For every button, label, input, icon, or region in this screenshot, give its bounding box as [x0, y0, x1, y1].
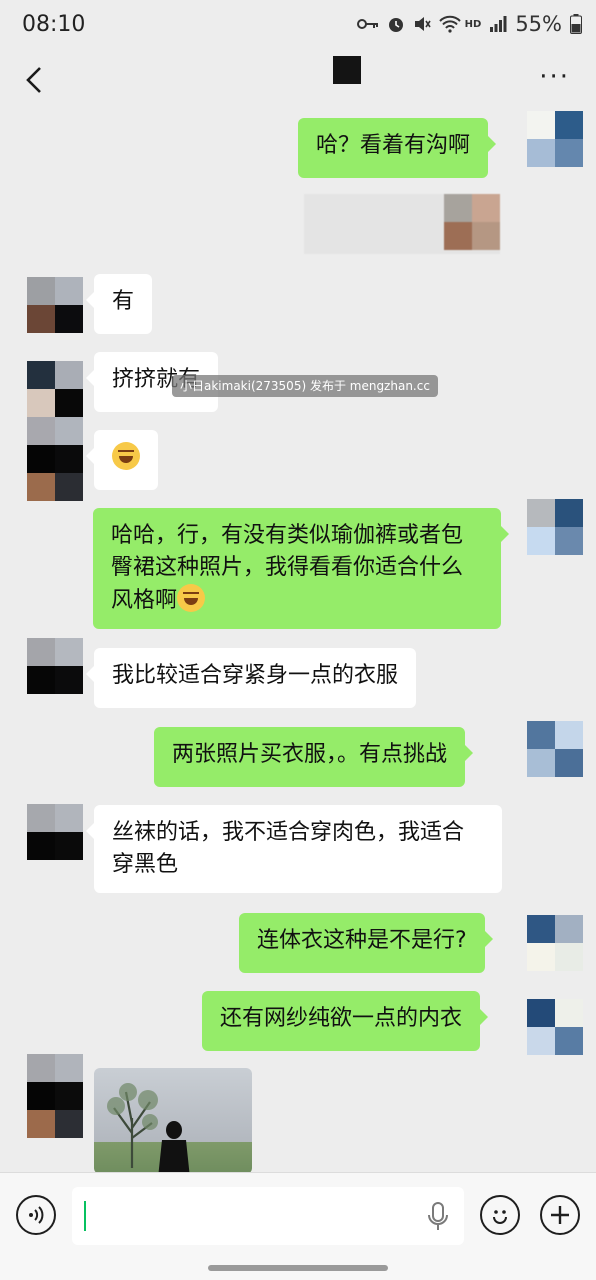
contact-avatar[interactable]: [27, 638, 83, 694]
emoji-button[interactable]: [480, 1195, 520, 1235]
laughing-tears-emoji-icon: [177, 584, 206, 612]
status-bar: 08:10 HD 55%: [0, 0, 596, 52]
battery-icon: [570, 14, 582, 34]
message-bubble-outgoing[interactable]: 连体衣这种是不是行?: [239, 913, 493, 973]
message-bubble-incoming[interactable]: 我比较适合穿紧身一点的衣服: [85, 648, 417, 708]
message-bubble-outgoing[interactable]: 还有网纱纯欲一点的内衣: [202, 991, 489, 1051]
watermark: 小日akimaki(273505) 发布于 mengzhan.cc: [172, 375, 438, 397]
network-badge: HD: [464, 18, 482, 30]
image-message[interactable]: [94, 1068, 252, 1174]
battery-percent: 55%: [515, 12, 562, 36]
smiley-icon: [493, 1210, 507, 1224]
person-silhouette: [158, 1121, 190, 1174]
wifi-icon: [438, 15, 461, 33]
message-text: 哈哈，行，有没有类似瑜伽裤或者包臀裙这种照片，我得看看你适合什么风格啊: [111, 523, 464, 613]
chat-header: ···: [0, 52, 596, 108]
more-options-icon[interactable]: ···: [539, 62, 570, 92]
microphone-icon[interactable]: [426, 1201, 450, 1233]
chevron-left-icon[interactable]: [20, 62, 52, 98]
chat-title-redacted: [333, 56, 361, 84]
contact-avatar[interactable]: [27, 277, 83, 333]
contact-avatar[interactable]: [27, 1054, 83, 1138]
status-time: 08:10: [22, 12, 86, 37]
alarm-icon: [388, 18, 403, 32]
message-bubble-outgoing[interactable]: 两张照片买衣服，。有点挑战: [154, 727, 474, 787]
message-bubble-outgoing[interactable]: 哈哈，行，有没有类似瑜伽裤或者包臀裙这种照片，我得看看你适合什么风格啊: [93, 508, 509, 629]
my-avatar[interactable]: [527, 111, 583, 167]
mute-icon: [414, 17, 431, 31]
message-input[interactable]: [72, 1187, 464, 1245]
message-bubble-incoming[interactable]: 丝袜的话，我不适合穿肉色，我适合穿黑色: [86, 805, 502, 893]
plus-icon: [551, 1206, 569, 1224]
tree-illustration: [107, 1083, 158, 1168]
laughing-tears-emoji-icon: [112, 442, 140, 470]
card-thumbnail: [444, 194, 500, 250]
my-avatar[interactable]: [527, 499, 583, 555]
contact-avatar[interactable]: [27, 417, 83, 501]
more-functions-button[interactable]: [540, 1195, 580, 1235]
input-bar: [0, 1172, 596, 1280]
my-avatar[interactable]: [527, 999, 583, 1055]
message-bubble-incoming[interactable]: [86, 430, 158, 490]
my-avatar[interactable]: [527, 721, 583, 777]
home-indicator[interactable]: [208, 1265, 388, 1271]
message-bubble-incoming[interactable]: 有: [85, 274, 153, 334]
message-bubble-outgoing[interactable]: 哈？看着有沟啊: [298, 118, 497, 178]
sound-wave-icon: [29, 1206, 44, 1224]
my-avatar[interactable]: [527, 915, 583, 971]
key-icon: [356, 19, 378, 29]
contact-avatar[interactable]: [27, 361, 83, 417]
voice-input-button[interactable]: [16, 1195, 56, 1235]
shared-card-blurred[interactable]: [304, 194, 500, 254]
text-caret: [84, 1201, 86, 1231]
status-icons: HD 55%: [356, 12, 582, 36]
signal-icon: [490, 16, 507, 32]
contact-avatar[interactable]: [27, 804, 83, 860]
